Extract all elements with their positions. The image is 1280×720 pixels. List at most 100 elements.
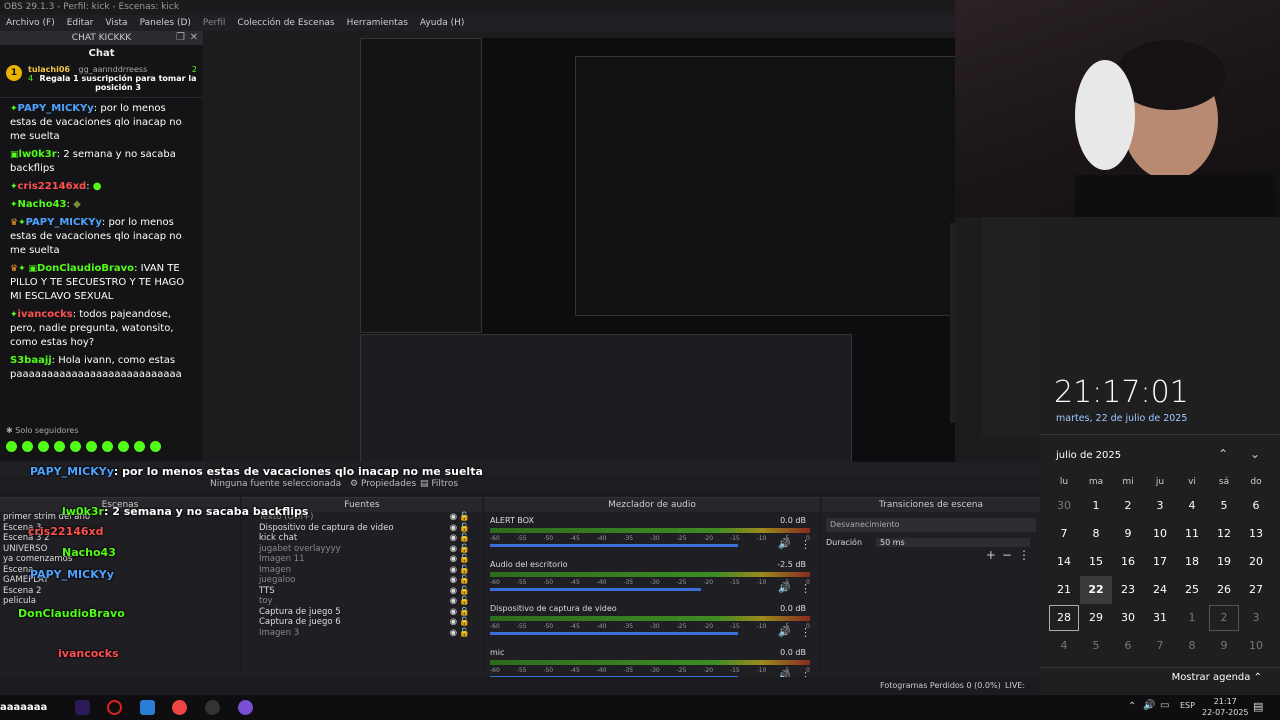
eye-icon[interactable]: ◉ [450, 628, 457, 639]
calendar-day[interactable]: 1 [1176, 604, 1208, 632]
calendar-month[interactable]: julio de 2025 [1056, 450, 1121, 461]
emote-icon[interactable] [70, 441, 81, 452]
float-icon[interactable]: ❐ [176, 31, 185, 45]
emote-icon[interactable] [102, 441, 113, 452]
lock-icon[interactable]: 🔓 [459, 565, 470, 576]
network-icon[interactable]: ▭ [1160, 700, 1169, 711]
transition-select[interactable]: Desvanecimiento [826, 518, 1036, 532]
source-item[interactable]: Captura de juego 5 ◉ 🔒 [242, 607, 482, 618]
emote-icon[interactable] [134, 441, 145, 452]
more-icon[interactable]: ⋮ [800, 582, 811, 595]
filters-button[interactable]: ▤ Filtros [420, 476, 458, 492]
speaker-icon[interactable]: 🔊 [778, 539, 790, 550]
calendar-day[interactable]: 7 [1144, 632, 1176, 660]
scene-item[interactable]: Escena 3 [0, 523, 240, 534]
calendar-day[interactable]: 13 [1240, 520, 1272, 548]
calendar-day[interactable]: 8 [1080, 520, 1112, 548]
menu-ayuda[interactable]: Ayuda (H) [420, 15, 464, 31]
speaker-icon[interactable]: 🔊 [1143, 700, 1155, 711]
eye-icon[interactable]: ◉ [450, 596, 457, 607]
taskbar-clock[interactable]: 21:17 22-07-2025 [1202, 696, 1249, 718]
speaker-icon[interactable]: 🔊 [778, 627, 790, 638]
eye-icon[interactable]: ◉ [450, 575, 457, 586]
source-item[interactable]: Texto (GDI+) ◉ 🔓 [242, 512, 482, 523]
eye-icon[interactable]: ◉ [450, 617, 457, 628]
eye-icon[interactable]: ◉ [450, 512, 457, 523]
opera-icon[interactable] [107, 700, 122, 715]
calendar-day[interactable]: 6 [1240, 492, 1272, 520]
chrome-icon[interactable] [172, 700, 187, 715]
calendar-day[interactable]: 5 [1208, 492, 1240, 520]
calendar-day[interactable]: 24 [1144, 576, 1176, 604]
eye-icon[interactable]: ◉ [450, 544, 457, 555]
emote-icon[interactable] [150, 441, 161, 452]
calendar-day[interactable]: 12 [1208, 520, 1240, 548]
more-icon[interactable]: ⋮ [1018, 548, 1030, 562]
lock-icon[interactable]: 🔓 [459, 544, 470, 555]
scene-item[interactable]: pelicula [0, 596, 240, 607]
source-item[interactable]: juegaloo ◉ 🔓 [242, 575, 482, 586]
calendar-day[interactable]: 23 [1112, 576, 1144, 604]
emote-icon[interactable] [118, 441, 129, 452]
lock-icon[interactable]: 🔓 [459, 586, 470, 597]
more-icon[interactable]: ⋮ [800, 538, 811, 551]
calendar-day[interactable]: 30 [1112, 604, 1144, 632]
emote-icon[interactable] [6, 441, 17, 452]
calendar-day[interactable]: 29 [1080, 604, 1112, 632]
calendar-day[interactable]: 17 [1144, 548, 1176, 576]
volume-fader[interactable] [490, 544, 738, 547]
calendar-day[interactable]: 3 [1144, 492, 1176, 520]
calendar-day[interactable]: 31 [1144, 604, 1176, 632]
lock-icon[interactable]: 🔓 [459, 575, 470, 586]
lock-icon[interactable]: 🔓 [459, 596, 470, 607]
volume-fader[interactable] [490, 588, 701, 591]
lock-icon[interactable]: 🔓 [459, 533, 470, 544]
eye-icon[interactable]: ◉ [450, 586, 457, 597]
lock-icon[interactable]: 🔓 [459, 523, 470, 534]
source-item[interactable]: Imagen 11 ◉ 🔓 [242, 554, 482, 565]
calendar-day[interactable]: 27 [1240, 576, 1272, 604]
lock-icon[interactable]: 🔓 [459, 512, 470, 523]
scene-item[interactable]: Escena 2 [0, 586, 240, 597]
calendar-day[interactable]: 4 [1048, 632, 1080, 660]
chevron-down-icon[interactable]: ⌄ [1250, 447, 1260, 461]
calendar-day[interactable]: 26 [1208, 576, 1240, 604]
notifications-icon[interactable]: ▤ [1253, 700, 1263, 713]
calendar-day[interactable]: 1 [1080, 492, 1112, 520]
lock-icon[interactable]: 🔒 [459, 607, 470, 618]
menu-coleccion-escenas[interactable]: Colección de Escenas [237, 15, 334, 31]
calendar-day[interactable]: 8 [1176, 632, 1208, 660]
calendar-day[interactable]: 7 [1048, 520, 1080, 548]
calendar-day[interactable]: 18 [1176, 548, 1208, 576]
calendar-day[interactable]: 28 [1048, 604, 1080, 632]
calendar-day[interactable]: 4 [1176, 492, 1208, 520]
properties-button[interactable]: ⚙ Propiedades [350, 476, 416, 492]
obs-icon[interactable] [205, 700, 220, 715]
show-agenda-button[interactable]: Mostrar agenda ⌃ [1172, 672, 1262, 683]
eye-icon[interactable]: ◉ [450, 607, 457, 618]
source-item[interactable]: Imagen ◉ 🔓 [242, 565, 482, 576]
remove-icon[interactable]: − [1002, 548, 1012, 562]
obs-preview[interactable] [360, 38, 955, 462]
pinned-gift-banner[interactable]: 1 tulachi06 gg_aannddrreess 2 4 Regala 1… [0, 63, 203, 98]
calendar-day[interactable]: 16 [1112, 548, 1144, 576]
scene-item[interactable]: Escena [0, 565, 240, 576]
menu-paneles[interactable]: Paneles (D) [140, 15, 191, 31]
speaker-icon[interactable]: 🔊 [778, 583, 790, 594]
emote-icon[interactable] [38, 441, 49, 452]
menu-archivo[interactable]: Archivo (F) [6, 15, 55, 31]
source-item[interactable]: toy ◉ 🔓 [242, 596, 482, 607]
source-item[interactable]: Imagen 3 ◉ 🔓 [242, 628, 482, 639]
calendar-day[interactable]: 3 [1240, 604, 1272, 632]
calendar-day[interactable]: 11 [1176, 520, 1208, 548]
calendar-day[interactable]: 10 [1240, 632, 1272, 660]
menu-herramientas[interactable]: Herramientas [347, 15, 408, 31]
calendar-day[interactable]: 25 [1176, 576, 1208, 604]
calendar-day[interactable]: 21 [1048, 576, 1080, 604]
calendar-day[interactable]: 30 [1048, 492, 1080, 520]
menu-editar[interactable]: Editar [67, 15, 94, 31]
discord-icon[interactable] [238, 700, 253, 715]
calendar-day[interactable]: 19 [1208, 548, 1240, 576]
calendar-day[interactable]: 14 [1048, 548, 1080, 576]
calendar-day[interactable]: 22 [1080, 576, 1112, 604]
